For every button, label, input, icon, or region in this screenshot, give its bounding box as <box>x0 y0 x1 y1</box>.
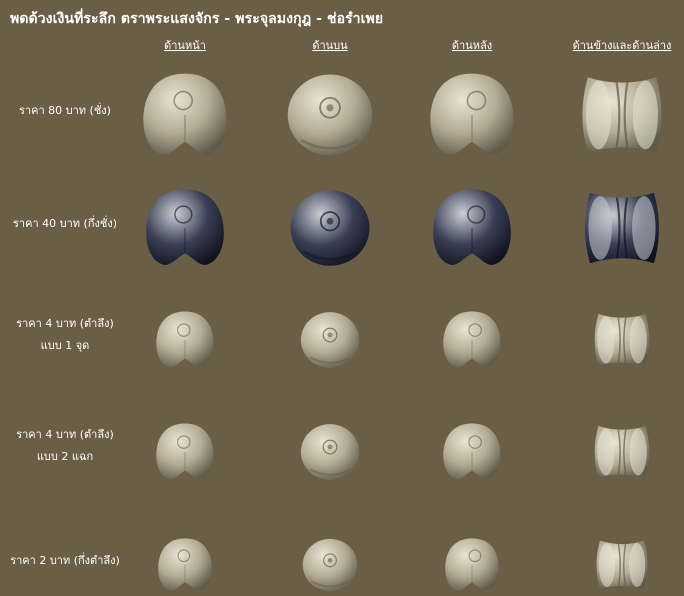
row-label-line1: ราคา 2 บาท (กึ่งตำลึง) <box>10 554 120 567</box>
page-title: พดด้วงเงินที่ระลึก ตราพระแสงจักร - พระจุ… <box>10 11 384 27</box>
coin-image-row3-back <box>440 309 504 371</box>
coin-image-row5-side <box>593 536 651 594</box>
coin-image-row2-top <box>284 186 376 270</box>
coin-image-row1-front <box>138 70 232 160</box>
coin-image-row2-front <box>139 186 231 270</box>
coin-image-row3-front <box>153 309 217 371</box>
coin-image-row5-back <box>443 536 501 594</box>
coin-image-row4-back <box>440 421 504 483</box>
column-header-front: ด้านหน้า <box>164 39 206 52</box>
coin-image-row4-side <box>590 421 654 483</box>
column-header-back: ด้านหลัง <box>451 39 493 52</box>
coin-image-row3-top <box>298 309 362 371</box>
coin-image-row2-side <box>576 186 668 270</box>
coin-image-row4-top <box>298 421 362 483</box>
coin-image-row1-back <box>425 70 519 160</box>
row-label-4-baht-2-prong: ราคา 4 บาท (ตำลึง) แบบ 2 แฉก <box>0 424 130 468</box>
row-label-line2: แบบ 1 จุด <box>40 339 90 352</box>
column-header-top: ด้านบน <box>312 39 348 52</box>
row-label-40-baht: ราคา 40 บาท (กึ่งชั่ง) <box>0 213 130 235</box>
coin-image-row4-front <box>153 421 217 483</box>
coin-image-row1-side <box>575 70 669 160</box>
row-label-line1: ราคา 4 บาท (ตำลึง) <box>16 428 114 441</box>
coin-image-row2-back <box>426 186 518 270</box>
row-label-line1: ราคา 80 บาท (ชั่ง) <box>19 104 111 117</box>
row-label-line1: ราคา 40 บาท (กึ่งชั่ง) <box>13 217 117 230</box>
coin-image-row1-top <box>283 70 377 160</box>
column-header-side-bottom: ด้านข้างและด้านล่าง <box>572 39 672 52</box>
row-label-line1: ราคา 4 บาท (ตำลึง) <box>16 317 114 330</box>
row-label-2-baht: ราคา 2 บาท (กึ่งตำลึง) <box>0 550 130 572</box>
coin-image-row3-side <box>590 309 654 371</box>
row-label-line2: แบบ 2 แฉก <box>36 450 94 463</box>
row-label-80-baht: ราคา 80 บาท (ชั่ง) <box>0 100 130 122</box>
coin-image-row5-top <box>301 536 359 594</box>
row-label-4-baht-1-dot: ราคา 4 บาท (ตำลึง) แบบ 1 จุด <box>0 313 130 357</box>
coin-image-row5-front <box>156 536 214 594</box>
